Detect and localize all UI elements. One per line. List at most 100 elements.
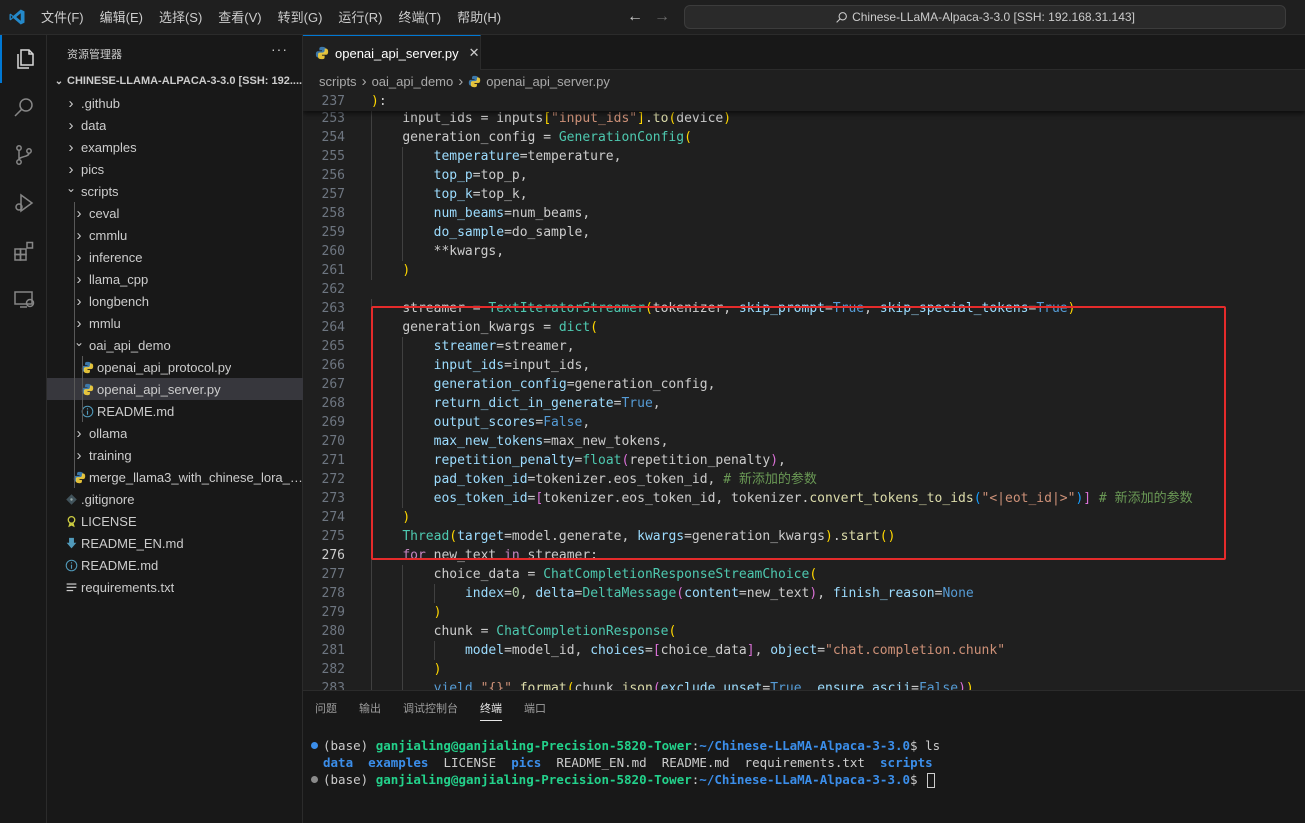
terminal[interactable]: (base) ganjialing@ganjialing-Precision-5… xyxy=(303,737,1305,788)
code-line[interactable]: 282) xyxy=(303,660,1305,679)
tree-file[interactable]: README_EN.md xyxy=(47,532,303,554)
tree-file[interactable]: merge_llama3_with_chinese_lora_lo... xyxy=(47,466,303,488)
code-line[interactable]: 266 input_ids=input_ids, xyxy=(303,356,1305,375)
search-icon[interactable] xyxy=(0,83,47,131)
code-line[interactable]: 258 num_beams=num_beams, xyxy=(303,204,1305,223)
breadcrumb-item[interactable]: oai_api_demo xyxy=(372,74,454,89)
tree-folder[interactable]: › longbench xyxy=(47,290,303,312)
tree-file[interactable]: openai_api_protocol.py xyxy=(47,356,303,378)
code-line[interactable]: 283 yield "{}".format(chunk.json(exclude_… xyxy=(303,679,1305,690)
explorer-icon[interactable] xyxy=(0,35,47,83)
tree-file[interactable]: openai_api_server.py xyxy=(47,378,303,400)
code-text: repetition_penalty=float(repetition_pena… xyxy=(434,451,786,470)
code-line[interactable]: 253 input_ids = inputs["input_ids"].to(de… xyxy=(303,109,1305,128)
tree-folder[interactable]: › ollama xyxy=(47,422,303,444)
code-line[interactable]: 254 generation_config = GenerationConfig( xyxy=(303,128,1305,147)
panel-tab[interactable]: 端口 xyxy=(524,691,546,727)
tree-file[interactable]: README.md xyxy=(47,554,303,576)
tree-file[interactable]: .gitignore xyxy=(47,488,303,510)
tree-folder[interactable]: ⌄ oai_api_demo xyxy=(47,334,303,356)
code-token: =num_beams, xyxy=(504,206,591,221)
arrow-right-icon[interactable]: → xyxy=(654,9,670,25)
extensions-icon[interactable] xyxy=(0,227,47,275)
code-token: ensure_ascii xyxy=(817,681,912,690)
tree-folder[interactable]: › training xyxy=(47,444,303,466)
tree-folder[interactable]: › data xyxy=(47,114,303,136)
code-token: do_sample xyxy=(433,225,505,240)
sticky-scroll-line[interactable]: 237): xyxy=(303,92,1305,111)
file-tree: › .github › data › examples › pics ⌄ scripts › ceva… xyxy=(47,92,303,598)
tree-file[interactable]: README.md xyxy=(47,400,303,422)
command-center[interactable]: Chinese-LLaMA-Alpaca-3-3.0 [SSH: 192.168… xyxy=(684,5,1286,29)
panel-tab[interactable]: 调试控制台 xyxy=(403,691,458,727)
tree-folder[interactable]: › llama_cpp xyxy=(47,268,303,290)
menu-item[interactable]: 帮助(H) xyxy=(449,6,509,30)
code-line[interactable]: 257 top_k=top_k, xyxy=(303,185,1305,204)
title-bar: 文件(F) 编辑(E) 选择(S) 查看(V) 转到(G) 运行(R) 终端(T) 帮助(H)… xyxy=(0,0,1305,35)
menu-item[interactable]: 转到(G) xyxy=(270,6,331,30)
code-line[interactable]: 276 for new_text in streamer: xyxy=(303,546,1305,565)
code-line[interactable]: 267 generation_config=generation_config, xyxy=(303,375,1305,394)
menu-item[interactable]: 编辑(E) xyxy=(92,6,151,30)
code-token: ( xyxy=(566,681,575,690)
tree-folder[interactable]: ⌄ scripts xyxy=(47,180,303,202)
code-line[interactable]: 255 temperature=temperature, xyxy=(303,147,1305,166)
code-line[interactable]: 272 pad_token_id=tokenizer.eos_token_id, … xyxy=(303,470,1305,489)
menu-item[interactable]: 终端(T) xyxy=(390,6,449,30)
tree-item-label: .gitignore xyxy=(81,491,135,507)
tree-folder[interactable]: › pics xyxy=(47,158,303,180)
code-token: ( xyxy=(590,320,598,335)
code-line[interactable]: 269 output_scores=False, xyxy=(303,413,1305,432)
code-line[interactable]: 274) xyxy=(303,508,1305,527)
breadcrumb-item[interactable]: openai_api_server.py xyxy=(486,74,610,89)
code-line[interactable]: 278 index=0, delta=DeltaMessage(content=n… xyxy=(303,584,1305,603)
ls-entry: examples xyxy=(368,755,429,770)
tree-folder[interactable]: › examples xyxy=(47,136,303,158)
code-line[interactable]: 264 generation_kwargs = dict( xyxy=(303,318,1305,337)
code-line[interactable]: 275 Thread(target=model.generate, kwargs=… xyxy=(303,527,1305,546)
indent-guide xyxy=(371,603,372,622)
tree-folder[interactable]: › ceval xyxy=(47,202,303,224)
remote-explorer-icon[interactable] xyxy=(0,275,47,323)
menu-item[interactable]: 运行(R) xyxy=(330,6,390,30)
code-line[interactable]: 259 do_sample=do_sample, xyxy=(303,223,1305,242)
terminal-dollar: $ xyxy=(910,772,926,787)
code-line[interactable]: 270 max_new_tokens=max_new_tokens, xyxy=(303,432,1305,451)
panel-tab[interactable]: 终端 xyxy=(480,691,502,727)
breadcrumb-item[interactable]: scripts xyxy=(319,74,357,89)
code-line[interactable]: 260 **kwargs, xyxy=(303,242,1305,261)
run-debug-icon[interactable] xyxy=(0,179,47,227)
close-icon[interactable]: ✕ xyxy=(469,45,480,61)
tree-folder[interactable]: › inference xyxy=(47,246,303,268)
line-number: 268 xyxy=(321,396,345,411)
panel-tab[interactable]: 输出 xyxy=(359,691,381,727)
tree-folder[interactable]: › mmlu xyxy=(47,312,303,334)
code-line[interactable]: 261) xyxy=(303,261,1305,280)
code-line[interactable]: 263 streamer = TextIteratorStreamer(token… xyxy=(303,299,1305,318)
workspace-root[interactable]: ⌄ CHINESE-LLAMA-ALPACA-3-3.0 [SSH: 192..… xyxy=(47,70,303,92)
tree-folder[interactable]: › cmmlu xyxy=(47,224,303,246)
panel-tab[interactable]: 问题 xyxy=(315,691,337,727)
code-line[interactable]: 256 top_p=top_p, xyxy=(303,166,1305,185)
code-line[interactable]: 262 xyxy=(303,280,1305,299)
code-line[interactable]: 273 eos_token_id=[tokenizer.eos_token_id,… xyxy=(303,489,1305,508)
code-line[interactable]: 265 streamer=streamer, xyxy=(303,337,1305,356)
more-actions-icon[interactable]: ··· xyxy=(271,41,288,57)
code-line[interactable]: 279) xyxy=(303,603,1305,622)
tab-label: openai_api_server.py xyxy=(335,45,459,61)
code-line[interactable]: 277 choice_data = ChatCompletionResponseS… xyxy=(303,565,1305,584)
source-control-icon[interactable] xyxy=(0,131,47,179)
code-line[interactable]: 281 model=model_id, choices=[choice_data]… xyxy=(303,641,1305,660)
tab-openai-api-server[interactable]: openai_api_server.py ✕ xyxy=(303,35,481,70)
tree-file[interactable]: requirements.txt xyxy=(47,576,303,598)
menu-item[interactable]: 选择(S) xyxy=(151,6,210,30)
code-line[interactable]: 271 repetition_penalty=float(repetition_p… xyxy=(303,451,1305,470)
menu-item[interactable]: 文件(F) xyxy=(33,6,92,30)
menu-item[interactable]: 查看(V) xyxy=(210,6,269,30)
arrow-left-icon[interactable]: ← xyxy=(627,9,643,25)
code-view[interactable]: 237): 253 input_ids = inputs["input_ids"]… xyxy=(303,92,1305,690)
code-line[interactable]: 268 return_dict_in_generate=True, xyxy=(303,394,1305,413)
code-line[interactable]: 280 chunk = ChatCompletionResponse( xyxy=(303,622,1305,641)
tree-folder[interactable]: › .github xyxy=(47,92,303,114)
tree-file[interactable]: LICENSE xyxy=(47,510,303,532)
